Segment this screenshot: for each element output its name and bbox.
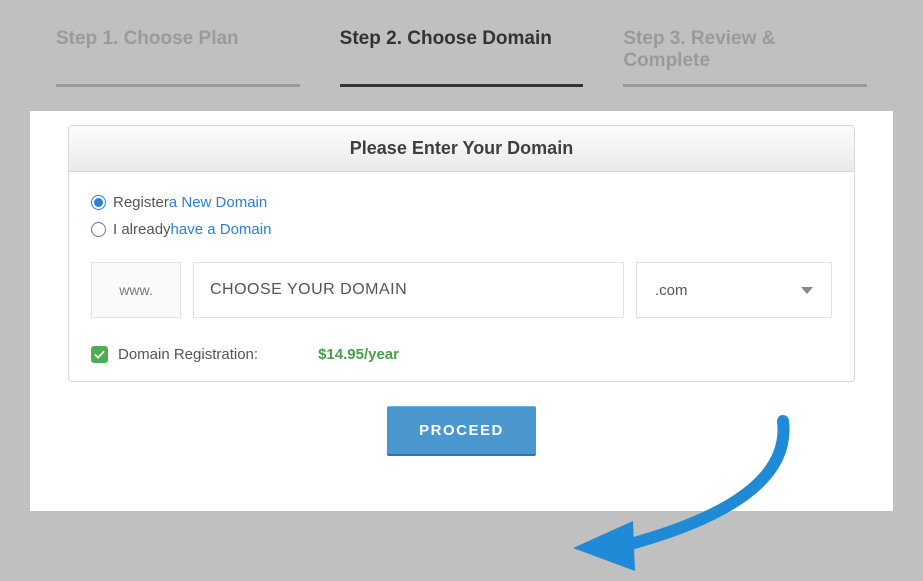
radio-register-link: a New Domain	[169, 194, 267, 211]
tld-value: .com	[655, 282, 688, 299]
tld-dropdown[interactable]: .com	[636, 262, 832, 318]
radio-have-text: I already	[113, 221, 171, 238]
registration-label: Domain Registration:	[118, 346, 258, 363]
step-1[interactable]: Step 1. Choose Plan	[56, 28, 300, 87]
step-3[interactable]: Step 3. Review & Complete	[623, 28, 867, 87]
radio-register-new[interactable]: Register a New Domain	[91, 194, 832, 211]
radio-register-text: Register	[113, 194, 169, 211]
progress-steps: Step 1. Choose Plan Step 2. Choose Domai…	[0, 0, 923, 87]
proceed-container: PROCEED	[68, 406, 855, 456]
radio-have-domain[interactable]: I already have a Domain	[91, 221, 832, 238]
registration-row: Domain Registration: $14.95/year	[91, 346, 832, 363]
proceed-button[interactable]: PROCEED	[387, 406, 536, 456]
chevron-down-icon	[801, 287, 813, 294]
check-icon	[94, 349, 105, 360]
panel-title: Please Enter Your Domain	[69, 126, 854, 172]
www-prefix: www.	[91, 262, 181, 318]
radio-have-link: have a Domain	[171, 221, 272, 238]
radio-register-input[interactable]	[91, 195, 106, 210]
radio-have-input[interactable]	[91, 222, 106, 237]
panel-body: Register a New Domain I already have a D…	[69, 172, 854, 381]
domain-panel: Please Enter Your Domain Register a New …	[68, 125, 855, 382]
domain-input[interactable]	[193, 262, 624, 318]
domain-input-row: www. .com	[91, 262, 832, 318]
registration-checkbox[interactable]	[91, 346, 108, 363]
step-2[interactable]: Step 2. Choose Domain	[340, 28, 584, 87]
content-area: Please Enter Your Domain Register a New …	[30, 111, 893, 511]
registration-price: $14.95/year	[318, 346, 399, 363]
